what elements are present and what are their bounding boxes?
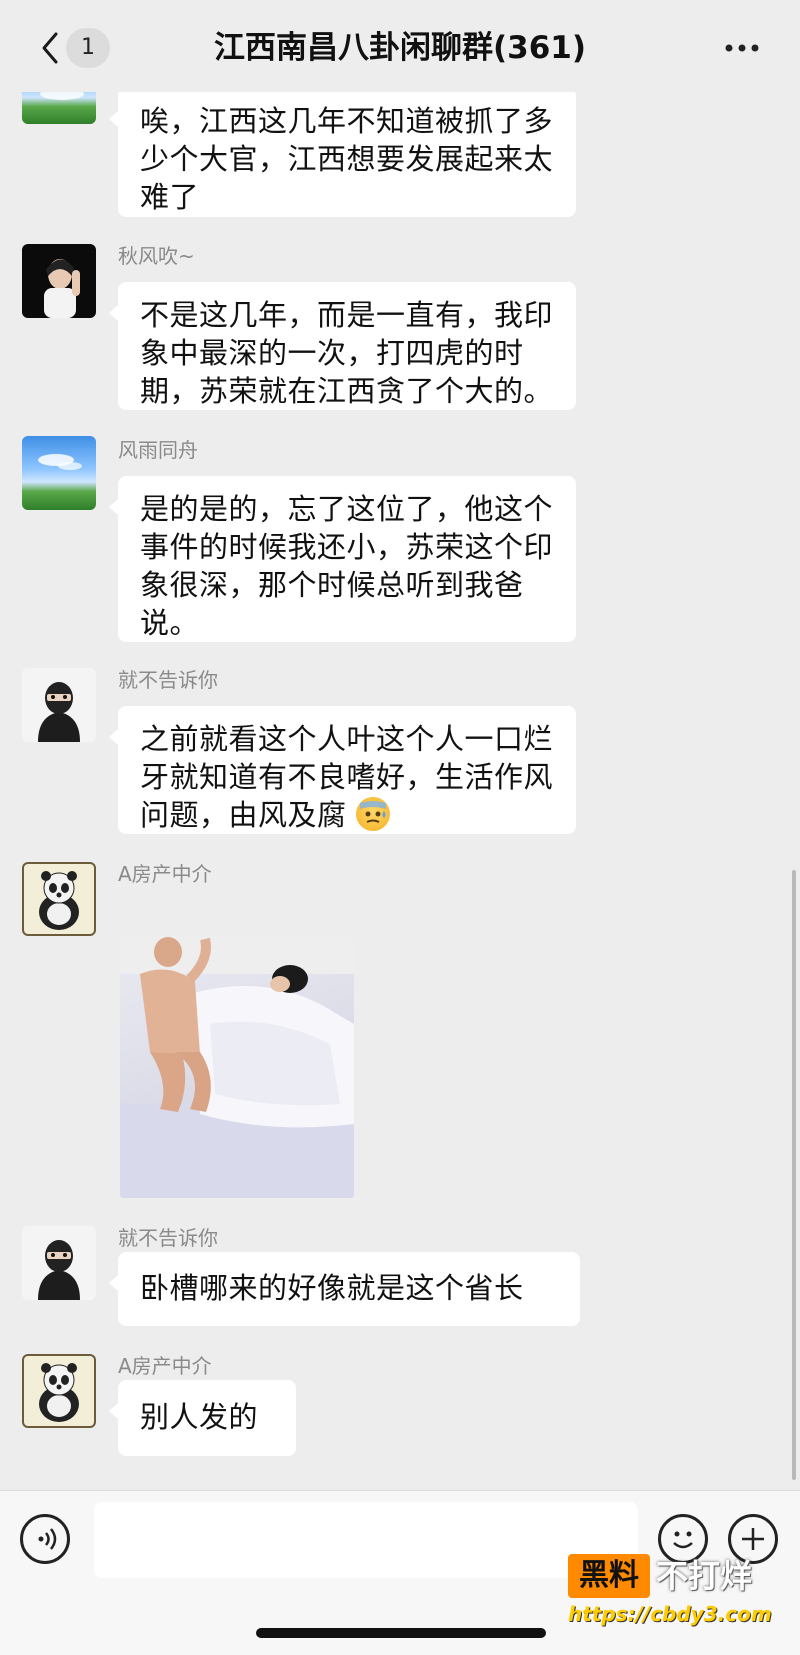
sender-name: 风雨同舟 — [118, 438, 198, 462]
cold-sweat-emoji — [356, 797, 391, 831]
sky-landscape-avatar-image — [38, 454, 82, 470]
panda-avatar-image — [39, 871, 79, 930]
message-bubble[interactable]: 卧槽哪来的好像就是这个省长 — [109, 1252, 580, 1326]
chat-area[interactable]: 唉，江西这几年不知道被抓了多少个大官，江西想要发展起来太难了 秋风吹~ 不是这几… — [0, 0, 800, 1490]
watermark-brand-right: 不打烊 — [656, 1557, 753, 1595]
photo-message[interactable] — [120, 934, 354, 1198]
chevron-left-icon[interactable] — [36, 28, 64, 68]
avatar[interactable] — [22, 436, 96, 510]
message-bubble[interactable]: 是的是的，忘了这位了，他这个事件的时候我还小，苏荣这个印象很深，那个时候总听到我… — [109, 476, 576, 642]
message-text: 之前就看这个人叶这个人一口烂牙就知道有不良嗜好，生活作风问题，由风及腐 — [140, 722, 554, 832]
woman-portrait-avatar-image — [44, 259, 80, 318]
watermark-brand-left: 黑料 — [568, 1554, 650, 1598]
home-indicator[interactable] — [256, 1628, 546, 1638]
avatar[interactable] — [22, 1354, 96, 1428]
sender-name: 就不告诉你 — [118, 1226, 218, 1250]
sender-name: 秋风吹~ — [118, 244, 195, 268]
message-input[interactable] — [94, 1502, 638, 1578]
photo-message-image — [120, 934, 354, 1198]
avatar[interactable] — [22, 1226, 96, 1300]
masked-man-avatar-image — [38, 1240, 80, 1300]
sender-name: A房产中介 — [118, 1354, 212, 1378]
chat-header: 1 江西南昌八卦闲聊群(361) — [0, 0, 800, 92]
message-text: 不是这几年，而是一直有，我印象中最深的一次，打四虎的时期，苏荣就在江西贪了个大的… — [140, 298, 554, 408]
unread-count-badge[interactable]: 1 — [66, 28, 110, 68]
avatar[interactable] — [22, 668, 96, 742]
sender-name: A房产中介 — [118, 862, 212, 886]
message-bubble[interactable]: 不是这几年，而是一直有，我印象中最深的一次，打四虎的时期，苏荣就在江西贪了个大的… — [109, 282, 576, 410]
message-text: 是的是的，忘了这位了，他这个事件的时候我还小，苏荣这个印象很深，那个时候总听到我… — [140, 492, 554, 640]
more-dots-icon[interactable] — [720, 26, 764, 70]
voice-icon[interactable] — [20, 1514, 70, 1564]
message-text: 别人发的 — [140, 1400, 259, 1434]
page-title: 江西南昌八卦闲聊群(361) — [213, 30, 587, 66]
message-bubble[interactable]: 之前就看这个人叶这个人一口烂牙就知道有不良嗜好，生活作风问题，由风及腐 — [109, 706, 576, 834]
panda-avatar-image — [39, 1363, 79, 1422]
sender-name: 就不告诉你 — [118, 668, 218, 692]
scrollbar[interactable] — [792, 870, 796, 1480]
message-bubble[interactable]: 唉，江西这几年不知道被抓了多少个大官，江西想要发展起来太难了 — [109, 88, 576, 217]
message-text: 卧槽哪来的好像就是这个省长 — [140, 1271, 524, 1305]
watermark-url: https://cbdy3.com — [568, 1602, 772, 1626]
message-bubble[interactable]: 别人发的 — [109, 1380, 296, 1456]
masked-man-avatar-image — [38, 682, 80, 742]
avatar[interactable] — [22, 244, 96, 318]
watermark: 黑料 不打烊 https://cbdy3.com — [568, 1554, 778, 1634]
message-text: 唉，江西这几年不知道被抓了多少个大官，江西想要发展起来太难了 — [140, 104, 554, 214]
avatar[interactable] — [22, 862, 96, 936]
